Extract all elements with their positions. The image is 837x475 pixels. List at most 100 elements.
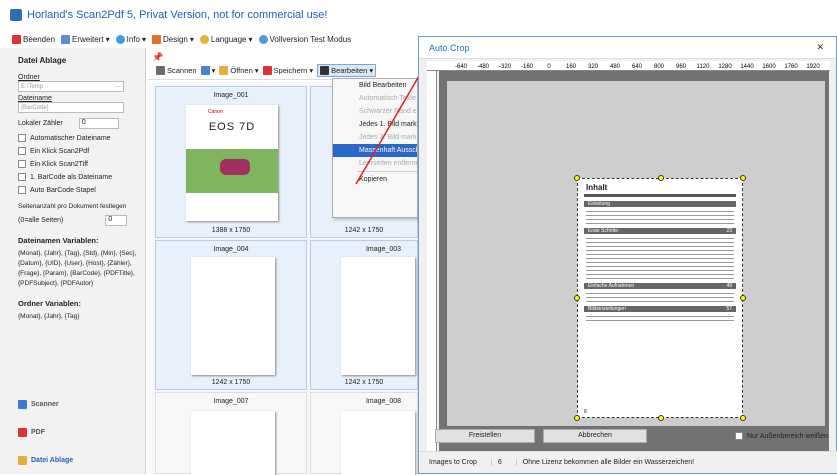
toc-line — [586, 278, 734, 279]
checkbox[interactable] — [18, 160, 26, 168]
menu-item-automatisch[interactable]: Automatisch Texte... — [333, 92, 417, 105]
nav-label: Scanner — [31, 401, 59, 408]
menu-item-jedes-2[interactable]: Jedes 2. Bild markie... — [333, 131, 417, 144]
thumbnail-size: 1388 x 1750 — [211, 227, 251, 234]
ruler-tick-label: 640 — [632, 64, 643, 70]
zaehler-stepper[interactable]: 0 — [78, 118, 119, 129]
menu-item-bild-bearbeiten[interactable]: Bild Bearbeiten — [333, 79, 417, 92]
nav-pdf[interactable]: PDF — [18, 428, 45, 437]
chevron-down-icon: ▾ — [309, 66, 314, 75]
menu-vollversion[interactable]: Vollversion Test Modus — [258, 34, 351, 44]
menu-info[interactable]: Info ▾ — [115, 34, 146, 44]
ordner-field[interactable]: E:\Temp ··· — [18, 81, 124, 92]
ruler-tick-label: 800 — [654, 64, 665, 70]
checkbox[interactable] — [18, 186, 26, 194]
alle-label: (0=alle Seiten) — [18, 217, 64, 224]
document-preview[interactable]: Inhalt Einleitung Erste Schritte 23 Einfa… — [574, 175, 746, 421]
ruler-tick-label: -480 — [477, 64, 490, 70]
checkbox[interactable] — [735, 432, 743, 440]
thumbnail[interactable]: Image_004 1242 x 1750 — [155, 240, 307, 390]
thumbnail-name: Image_007 — [213, 398, 249, 405]
menu-item-schwarzer-rand[interactable]: Schwarzer Rand en... — [333, 105, 417, 118]
checkbox[interactable] — [18, 173, 26, 181]
page-number: 8 — [584, 409, 587, 415]
crop-handle[interactable] — [574, 295, 580, 301]
menu-erweitert[interactable]: Erweitert ▾ — [61, 34, 110, 44]
folder-icon — [18, 456, 27, 465]
nav-label: Datei Ablage — [31, 457, 74, 464]
close-icon[interactable]: ✕ — [816, 42, 824, 53]
toc-line — [586, 297, 734, 298]
section-page: 23 — [726, 228, 732, 234]
crop-handle[interactable] — [658, 415, 664, 421]
thumbnail-image — [191, 411, 275, 475]
aussenbereich-checkbox[interactable]: Nur Außenbereich weißen — [735, 432, 828, 440]
nav-scanner[interactable]: Scanner — [18, 400, 59, 409]
chevron-down-icon: ▾ — [248, 34, 253, 44]
menu-beenden[interactable]: Beenden — [12, 34, 55, 44]
status-bar: Images to Crop 6 Ohne Lizenz bekommen al… — [419, 451, 837, 473]
toc-line — [586, 238, 734, 239]
dateiname-field[interactable]: {BarCode} — [18, 102, 124, 113]
menu-item-kopieren[interactable]: Kopieren — [333, 173, 417, 186]
toc-line — [586, 246, 734, 247]
crop-handle[interactable] — [740, 295, 746, 301]
section-bar: Einfache Aufnahmen 49 — [584, 283, 736, 289]
crop-canvas[interactable]: Inhalt Einleitung Erste Schritte 23 Einfa… — [439, 71, 829, 451]
checkbox-scan2pdf[interactable]: Ein Klick Scan2Pdf — [0, 147, 145, 155]
menu-language[interactable]: Language ▾ — [199, 34, 253, 44]
globe-icon — [199, 34, 209, 44]
thumbnail[interactable]: Image_007 — [155, 392, 307, 475]
checkbox-barcode-dateiname[interactable]: 1. BarCode als Dateiname — [0, 173, 145, 181]
menu-label: Erweitert — [72, 34, 104, 44]
menu-design[interactable]: Design ▾ — [151, 34, 194, 44]
ruler-tick-label: 1120 — [697, 64, 711, 70]
ruler-tick-label: 0 — [547, 64, 551, 70]
checkbox[interactable] — [18, 147, 26, 155]
thumbnail-image — [341, 411, 415, 475]
crop-handle[interactable] — [574, 415, 580, 421]
thumbnail[interactable]: Image_003 1242 x 1750 — [310, 240, 418, 390]
alle-stepper[interactable]: 0 — [105, 215, 128, 226]
crop-handle[interactable] — [574, 175, 580, 181]
menu-label: Design — [162, 34, 188, 44]
camera-image — [220, 159, 250, 175]
context-menu: Bild Bearbeiten Automatisch Texte... Sch… — [332, 78, 418, 218]
chevron-down-icon: ▾ — [105, 34, 110, 44]
ruler-tick-label: 160 — [566, 64, 577, 70]
ruler-tick-label: 320 — [588, 64, 599, 70]
toc-line — [586, 270, 734, 271]
browse-button[interactable]: ··· — [115, 82, 121, 92]
checkbox-barcode-stapel[interactable]: Auto BarCode Stapel — [0, 186, 145, 194]
images-count: 6 — [490, 459, 502, 466]
window-title: Horland's Scan2Pdf 5, Privat Version, no… — [27, 9, 328, 21]
arrows-button[interactable]: ▾ — [200, 66, 215, 75]
crop-handle[interactable] — [658, 175, 664, 181]
checkbox-scan2tiff[interactable]: Ein Klick Scan2Tiff — [0, 160, 145, 168]
crop-handle[interactable] — [740, 175, 746, 181]
scannen-button[interactable]: Scannen — [156, 66, 197, 75]
menu-item-leerseiten[interactable]: Leerseiten entferne... — [333, 157, 417, 170]
bearbeiten-button[interactable]: Bearbeiten ▾ — [317, 64, 377, 77]
dialog-title: Auto Crop — [419, 37, 836, 59]
checkbox-auto-dateiname[interactable]: Automatischer Dateiname — [0, 134, 145, 142]
crop-handle[interactable] — [740, 415, 746, 421]
nav-datei-ablage[interactable]: Datei Ablage — [18, 456, 73, 465]
oeffnen-button[interactable]: Öffnen ▾ — [219, 66, 259, 75]
canon-logo: Canon — [208, 109, 223, 115]
pdf-icon — [18, 428, 27, 437]
thumbnail-size: 1242 x 1750 — [344, 227, 384, 234]
menu-item-jedes-1[interactable]: Jedes 1. Bild markie... — [333, 118, 417, 131]
freistellen-button[interactable]: Freistellen — [435, 429, 535, 443]
info-icon — [115, 34, 125, 44]
thumbnail[interactable]: Image_008 — [310, 392, 418, 475]
abbrechen-button[interactable]: Abbrechen — [543, 429, 647, 443]
thumbnail[interactable]: Image_001 Canon EOS 7D 1388 x 1750 — [155, 86, 307, 238]
images-label: Images to Crop — [429, 459, 477, 466]
menu-bar: Beenden Erweitert ▾ Info ▾ Design ▾ Languag… — [0, 30, 420, 48]
speichern-button[interactable]: Speichern ▾ — [262, 66, 314, 75]
checkbox[interactable] — [18, 134, 26, 142]
crop-preview: Inhalt Einleitung Erste Schritte 23 Einfa… — [447, 81, 825, 426]
menu-item-massenhaft[interactable]: Massenhaft Ausschn... — [333, 144, 417, 157]
toc-line — [586, 274, 734, 275]
